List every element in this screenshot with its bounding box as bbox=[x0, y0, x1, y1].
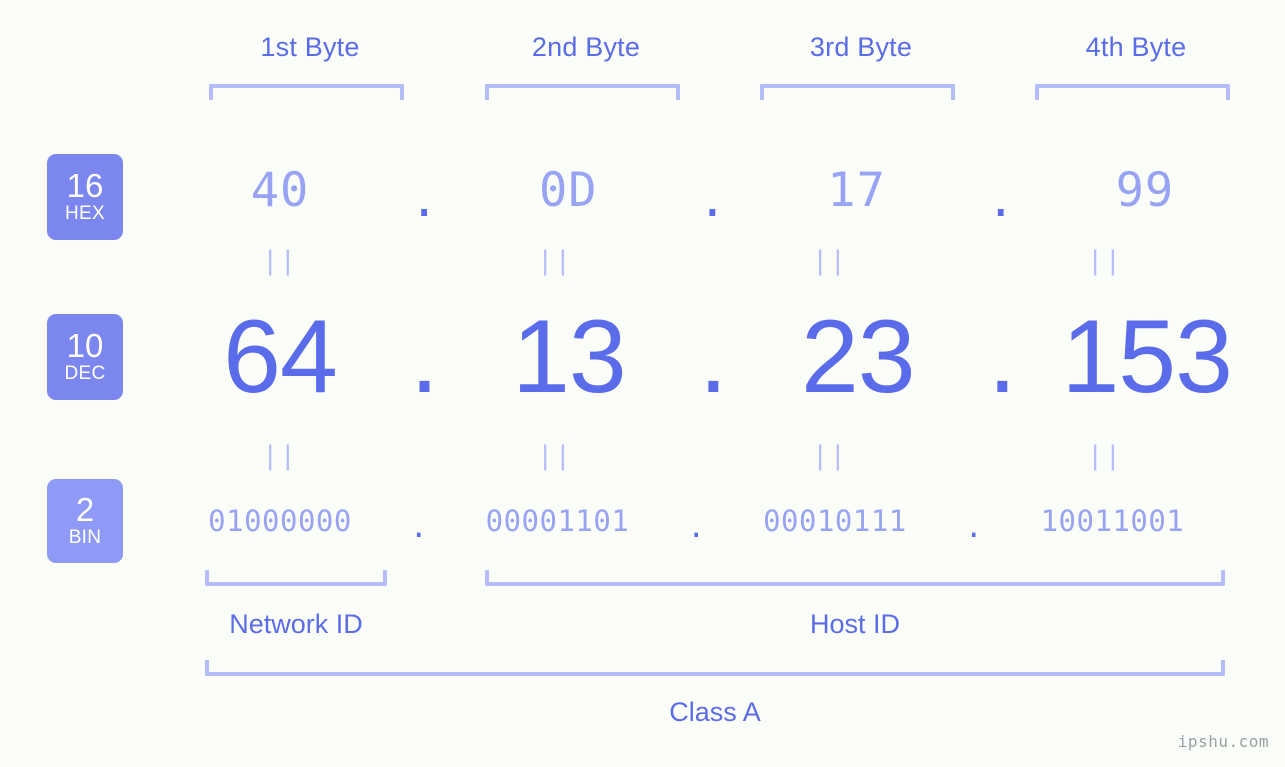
equals-mark-4: || bbox=[1087, 246, 1123, 276]
class-bracket bbox=[205, 660, 1225, 676]
base-badge-hex: 16 HEX bbox=[47, 154, 123, 240]
byte-header-4: 4th Byte bbox=[1085, 32, 1187, 62]
byte-bracket-2 bbox=[485, 84, 680, 100]
equals-mark-8: || bbox=[1087, 441, 1123, 471]
dec-value-row: 64 . 13 . 23 . 153 bbox=[150, 298, 1250, 416]
dec-separator-3: . bbox=[987, 299, 1017, 415]
bin-separator-1: . bbox=[410, 510, 428, 544]
base-badge-hex-label: HEX bbox=[65, 203, 105, 224]
host-id-bracket bbox=[485, 570, 1225, 586]
byte-header-3: 3rd Byte bbox=[809, 32, 913, 62]
dec-byte-3: 23 bbox=[800, 299, 916, 415]
hex-byte-3: 17 bbox=[827, 162, 886, 218]
byte-bracket-3 bbox=[760, 84, 955, 100]
base-badge-dec-label: DEC bbox=[64, 363, 106, 384]
equals-row-hex-dec: || || || || bbox=[150, 246, 1250, 276]
equals-mark-6: || bbox=[537, 441, 573, 471]
hex-separator-2: . bbox=[698, 172, 727, 228]
dec-byte-1: 64 bbox=[223, 299, 338, 415]
base-badge-dec: 10 DEC bbox=[47, 314, 123, 400]
equals-row-dec-bin: || || || || bbox=[150, 441, 1250, 471]
base-badge-bin: 2 BIN bbox=[47, 479, 123, 563]
equals-mark-5: || bbox=[262, 441, 298, 471]
site-watermark: ipshu.com bbox=[1177, 732, 1269, 751]
byte-bracket-4 bbox=[1035, 84, 1230, 100]
bin-separator-3: . bbox=[964, 510, 983, 544]
hex-byte-1: 40 bbox=[250, 162, 310, 218]
network-id-bracket bbox=[205, 570, 387, 586]
base-badge-bin-label: BIN bbox=[68, 527, 102, 548]
hex-value-row: 40 . 0D . 17 . 99 bbox=[150, 150, 1250, 230]
network-id-label: Network ID bbox=[229, 609, 363, 639]
equals-mark-2: || bbox=[537, 246, 573, 276]
dec-separator-1: . bbox=[410, 299, 439, 415]
base-badge-hex-number: 16 bbox=[66, 167, 104, 204]
base-badge-bin-number: 2 bbox=[75, 491, 95, 528]
equals-mark-1: || bbox=[262, 246, 298, 276]
hex-byte-2: 0D bbox=[539, 162, 598, 218]
equals-mark-7: || bbox=[812, 441, 848, 471]
hex-separator-1: . bbox=[410, 172, 439, 228]
class-label: Class A bbox=[669, 697, 761, 727]
bin-byte-3: 00010111 bbox=[763, 504, 907, 538]
bin-byte-2: 00001101 bbox=[485, 504, 630, 538]
dec-separator-2: . bbox=[698, 299, 728, 415]
byte-bracket-1 bbox=[209, 84, 404, 100]
byte-header-1: 1st Byte bbox=[260, 32, 360, 62]
bin-separator-2: . bbox=[687, 510, 705, 544]
byte-header-2: 2nd Byte bbox=[531, 32, 641, 62]
ip-address-breakdown-diagram: 1st Byte 2nd Byte 3rd Byte 4th Byte 16 H… bbox=[0, 0, 1285, 767]
dec-byte-2: 13 bbox=[512, 299, 627, 415]
dec-byte-4: 153 bbox=[1061, 299, 1233, 415]
host-id-label: Host ID bbox=[809, 609, 901, 639]
base-badge-dec-number: 10 bbox=[66, 327, 104, 364]
bin-byte-1: 01000000 bbox=[208, 504, 352, 538]
bin-value-row: 01000000 . 00001101 . 00010111 . 1001100… bbox=[150, 496, 1250, 546]
hex-separator-3: . bbox=[986, 172, 1015, 228]
equals-mark-3: || bbox=[812, 246, 848, 276]
bin-byte-4: 10011001 bbox=[1040, 504, 1185, 538]
hex-byte-4: 99 bbox=[1115, 162, 1175, 218]
